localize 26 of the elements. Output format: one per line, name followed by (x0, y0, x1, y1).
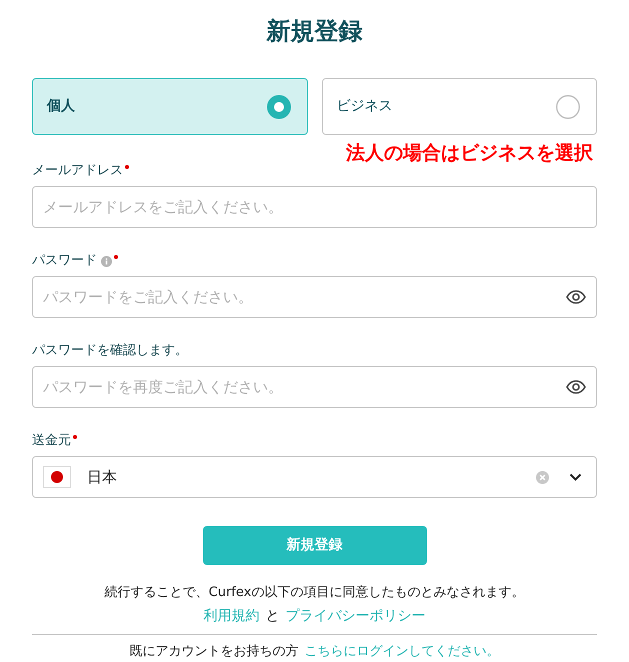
annotation-text: 法人の場合はビジネスを選択 (346, 141, 594, 165)
radio-icon (266, 94, 290, 118)
login-link[interactable]: こちらにログインしてください。 (304, 642, 500, 662)
password-field[interactable]: パスワードをご記入ください。 (32, 276, 597, 318)
register-button[interactable]: 新規登録 (202, 526, 426, 565)
conjunction-text: と (266, 607, 280, 626)
field-label: メールアドレス (32, 162, 123, 180)
field-label: 送金元 (32, 432, 71, 450)
page-title: 新規登録 (265, 16, 364, 47)
password-field[interactable]: パスワードを再度ご記入ください。 (32, 366, 597, 408)
eye-icon[interactable] (566, 290, 586, 304)
select-value: 日本 (87, 466, 118, 488)
country-select[interactable]: 日本 (32, 456, 597, 498)
field-label: パスワード (32, 252, 97, 270)
consent-text: 続行することで、Curfexの以下の項目に同意したものとみなされます。 (104, 584, 526, 602)
email-field[interactable]: メールアドレスをご記入ください。 (32, 186, 597, 228)
flag-icon (43, 466, 71, 488)
privacy-policy-link[interactable]: プライバシーポリシー (286, 606, 426, 626)
terms-link[interactable]: 利用規約 (204, 606, 260, 626)
account-type-option[interactable]: 個人 (32, 78, 308, 135)
radio-icon (556, 94, 580, 118)
account-type-option[interactable]: ビジネス (322, 78, 597, 135)
chevron-down-icon[interactable] (569, 472, 582, 482)
field-label: パスワードを確認します。 (32, 342, 188, 360)
login-prompt-text: 既にアカウントをお持ちの方 (130, 643, 298, 661)
eye-icon[interactable] (566, 380, 586, 394)
